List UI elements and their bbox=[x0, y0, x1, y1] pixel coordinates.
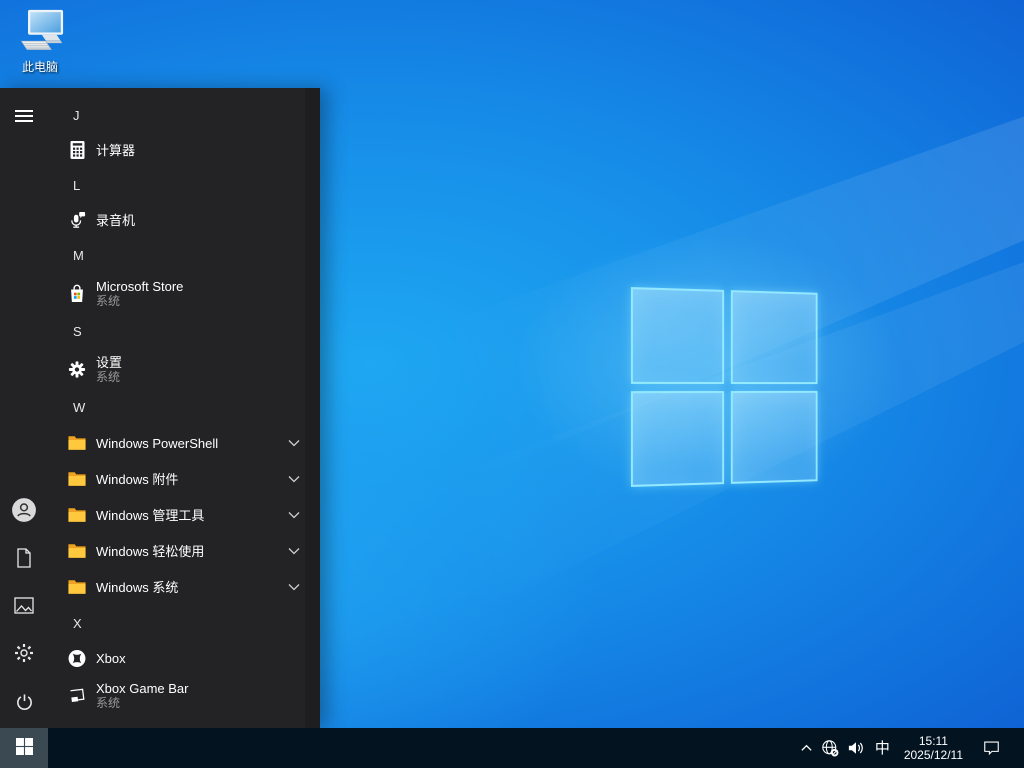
section-letter: L bbox=[73, 177, 81, 193]
folder-icon bbox=[68, 578, 86, 596]
chevron-down-icon[interactable] bbox=[288, 439, 300, 447]
app-label: Windows 轻松使用 bbox=[96, 543, 205, 559]
start-menu-rail bbox=[0, 88, 48, 728]
chevron-down-icon[interactable] bbox=[288, 511, 300, 519]
section-letter: S bbox=[73, 323, 82, 339]
chevron-down-icon[interactable] bbox=[288, 547, 300, 555]
app-label: Windows 管理工具 bbox=[96, 507, 205, 523]
start-menu-item-windows-admin-tools[interactable]: Windows 管理工具 bbox=[0, 497, 320, 533]
action-center-button[interactable] bbox=[983, 740, 1000, 756]
section-header-m[interactable]: M bbox=[0, 237, 320, 273]
app-label: Windows PowerShell bbox=[96, 435, 219, 451]
documents-button[interactable] bbox=[0, 536, 48, 580]
system-tray: 中 15:11 2025/12/11 bbox=[800, 728, 1024, 768]
start-menu-item-windows-system[interactable]: Windows 系统 bbox=[0, 569, 320, 605]
desktop-icon-label: 此电脑 bbox=[21, 60, 58, 74]
volume-icon[interactable] bbox=[847, 740, 865, 756]
settings-icon bbox=[68, 360, 86, 378]
taskbar: 中 15:11 2025/12/11 bbox=[0, 728, 1024, 768]
clock-date: 2025/12/11 bbox=[903, 748, 963, 762]
start-menu-item-calculator[interactable]: 计算器 bbox=[0, 133, 320, 167]
section-letter: J bbox=[73, 107, 80, 123]
section-letter: M bbox=[73, 247, 84, 263]
section-header-j[interactable]: J bbox=[0, 97, 320, 133]
app-label: Windows 系统 bbox=[96, 579, 179, 595]
start-menu-item-settings-app[interactable]: 设置 系统 bbox=[0, 349, 320, 389]
folder-icon bbox=[68, 470, 86, 488]
start-menu-item-windows-accessories[interactable]: Windows 附件 bbox=[0, 461, 320, 497]
user-icon bbox=[11, 497, 37, 523]
app-label: 录音机 bbox=[96, 212, 136, 228]
expand-menu-button[interactable] bbox=[0, 94, 48, 138]
folder-icon bbox=[68, 506, 86, 524]
app-sublabel: 系统 bbox=[96, 369, 121, 384]
power-icon bbox=[15, 693, 34, 712]
app-sublabel: 系统 bbox=[96, 293, 121, 308]
folder-icon bbox=[68, 542, 86, 560]
pictures-button[interactable] bbox=[0, 583, 48, 627]
xbox-game-bar-icon bbox=[68, 686, 86, 704]
app-label: Xbox bbox=[96, 650, 126, 666]
start-menu-item-voice-recorder[interactable]: 录音机 bbox=[0, 203, 320, 237]
logo-pane bbox=[730, 290, 818, 384]
network-status-icon[interactable] bbox=[821, 739, 839, 757]
power-button[interactable] bbox=[0, 680, 48, 724]
xbox-icon bbox=[68, 649, 86, 667]
logo-pane bbox=[630, 287, 724, 384]
logo-pane bbox=[730, 390, 818, 484]
section-letter: W bbox=[73, 399, 86, 415]
app-label: 设置 bbox=[96, 354, 123, 370]
calculator-icon bbox=[68, 141, 86, 159]
app-label: Xbox Game Bar bbox=[96, 680, 189, 696]
logo-pane bbox=[630, 390, 724, 487]
app-sublabel: 系统 bbox=[96, 695, 121, 710]
section-letter: X bbox=[73, 615, 82, 631]
show-hidden-icons-button[interactable] bbox=[800, 743, 813, 753]
app-label: Windows 附件 bbox=[96, 471, 179, 487]
app-label: Microsoft Store bbox=[96, 278, 184, 294]
start-menu-item-xbox-game-bar[interactable]: Xbox Game Bar 系统 bbox=[0, 675, 320, 715]
section-header-x[interactable]: X bbox=[0, 605, 320, 641]
section-header-w[interactable]: W bbox=[0, 389, 320, 425]
pictures-icon bbox=[14, 596, 34, 614]
windows-wallpaper-logo bbox=[630, 287, 818, 487]
desktop-icon-this-pc[interactable]: 此电脑 bbox=[8, 8, 72, 75]
settings-button[interactable] bbox=[0, 631, 48, 675]
start-menu: J 计算器 L 录音机 M Microsoft Store 系统 S 设置 系统 W Windows … bbox=[0, 88, 320, 728]
section-header-s[interactable]: S bbox=[0, 313, 320, 349]
section-header-l[interactable]: L bbox=[0, 167, 320, 203]
chevron-down-icon[interactable] bbox=[288, 583, 300, 591]
clock-time: 15:11 bbox=[918, 734, 948, 748]
voice-recorder-icon bbox=[68, 211, 86, 229]
taskbar-clock[interactable]: 15:11 2025/12/11 bbox=[904, 734, 963, 762]
section-header-z[interactable]: Z bbox=[0, 715, 320, 729]
app-label: 计算器 bbox=[96, 142, 136, 158]
computer-icon bbox=[14, 8, 66, 56]
folder-icon bbox=[68, 434, 86, 452]
start-menu-app-list: J 计算器 L 录音机 M Microsoft Store 系统 S 设置 系统 W Windows … bbox=[0, 88, 320, 728]
start-menu-item-windows-ease-of-access[interactable]: Windows 轻松使用 bbox=[0, 533, 320, 569]
document-icon bbox=[15, 548, 33, 568]
start-menu-item-microsoft-store[interactable]: Microsoft Store 系统 bbox=[0, 273, 320, 313]
windows-logo-icon bbox=[15, 738, 33, 758]
chevron-down-icon[interactable] bbox=[288, 475, 300, 483]
start-menu-item-xbox[interactable]: Xbox bbox=[0, 641, 320, 675]
app-list-scrollbar[interactable] bbox=[305, 88, 320, 728]
gear-icon bbox=[14, 643, 34, 663]
store-icon bbox=[68, 284, 86, 302]
start-button[interactable] bbox=[0, 728, 48, 768]
start-menu-item-windows-powershell[interactable]: Windows PowerShell bbox=[0, 425, 320, 461]
hamburger-icon bbox=[15, 109, 33, 123]
user-account-button[interactable] bbox=[0, 488, 48, 532]
ime-indicator[interactable]: 中 bbox=[873, 741, 892, 756]
